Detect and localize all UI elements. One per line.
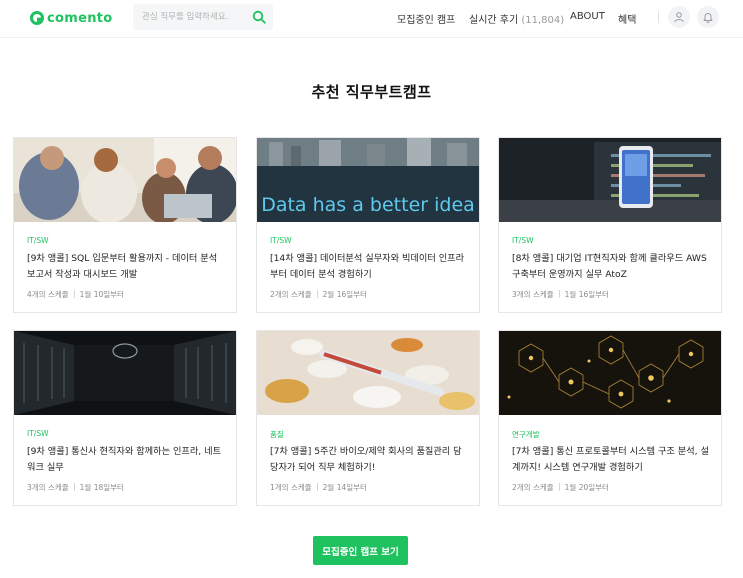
card-start-date: 2월 16일부터	[322, 290, 367, 299]
nav-about[interactable]: ABOUT	[570, 11, 605, 22]
card-title[interactable]: [7차 앵콜] 5주간 바이오/제약 회사의 품질관리 담당자가 되어 직무 체…	[270, 444, 470, 476]
section-title: 추천 직무부트캠프	[311, 83, 432, 101]
card-category: IT/SW	[270, 236, 292, 245]
card-meta: 1개의 스케쥴 2월 14일부터	[270, 482, 367, 493]
card-start-date: 1월 20일부터	[564, 483, 609, 492]
card-category: 품질	[270, 430, 284, 439]
card-meta: 3개의 스케쥴 1월 18일부터	[27, 482, 124, 493]
nav-live-reviews[interactable]: 실시간 후기 (11,804)	[469, 11, 564, 26]
meta-separator	[316, 483, 318, 491]
nav-recruiting-camps[interactable]: 모집중인 캠프	[397, 11, 455, 26]
pills-thermometer-image	[257, 331, 479, 415]
card-meta: 3개의 스케쥴 1월 16일부터	[512, 289, 609, 300]
card-start-date: 1월 18일부터	[79, 483, 124, 492]
meta-separator	[316, 290, 318, 298]
search-input[interactable]	[133, 12, 243, 22]
card-category: IT/SW	[512, 236, 534, 245]
bootcamp-card[interactable]: IT/SW [9차 앵콜] 통신사 현직자와 함께하는 인프라, 네트워크 실무…	[13, 330, 237, 506]
card-schedule-count: 1개의 스케쥴	[270, 483, 312, 492]
card-meta: 2개의 스케쥴 2월 16일부터	[270, 289, 367, 300]
card-start-date: 1월 16일부터	[564, 290, 609, 299]
search-icon[interactable]	[252, 10, 266, 24]
bootcamp-card[interactable]: 품질 [7차 앵콜] 5주간 바이오/제약 회사의 품질관리 담당자가 되어 직…	[256, 330, 480, 506]
card-title[interactable]: [9차 앵콜] 통신사 현직자와 함께하는 인프라, 네트워크 실무	[27, 444, 227, 476]
search-box	[133, 4, 273, 30]
meta-separator	[73, 290, 75, 298]
meta-separator	[558, 290, 560, 298]
nav-review-count: (11,804)	[521, 15, 565, 26]
gold-network-image	[499, 331, 721, 415]
card-schedule-count: 2개의 스케쥴	[270, 290, 312, 299]
card-schedule-count: 3개의 스케쥴	[512, 290, 554, 299]
meta-separator	[73, 483, 75, 491]
card-title[interactable]: [7차 앵콜] 통신 프로토콜부터 시스템 구조 분석, 설계까지! 시스템 연…	[512, 444, 712, 476]
card-category: IT/SW	[27, 236, 49, 245]
card-title[interactable]: [9차 앵콜] SQL 입문부터 활용까지 - 데이터 분석 보고서 작성과 대…	[27, 251, 227, 283]
top-header: comento 모집중인 캠프 실시간 후기 (11,804) ABOUT 혜택	[0, 0, 743, 38]
office-meeting-image	[14, 138, 236, 222]
card-meta: 2개의 스케쥴 1월 20일부터	[512, 482, 609, 493]
bootcamp-card[interactable]: Data has a better idea IT/SW [14차 앵콜] 데이…	[256, 137, 480, 313]
bootcamp-card[interactable]: 연구개발 [7차 앵콜] 통신 프로토콜부터 시스템 구조 분석, 설계까지! …	[498, 330, 722, 506]
card-title[interactable]: [14차 앵콜] 데이터분석 실무자와 빅데이터 인프라부터 데이터 분석 경험…	[270, 251, 470, 283]
view-recruiting-camps-button[interactable]: 모집중인 캠프 보기	[313, 536, 408, 565]
laptop-phone-image	[499, 138, 721, 222]
meta-separator	[558, 483, 560, 491]
data-has-a-better-idea-image: Data has a better idea	[257, 138, 479, 222]
card-start-date: 2월 14일부터	[322, 483, 367, 492]
card-start-date: 1월 10일부터	[79, 290, 124, 299]
comento-logo[interactable]: comento	[30, 9, 113, 27]
card-category: 연구개발	[512, 430, 540, 439]
profile-button[interactable]	[668, 6, 690, 28]
nav-benefits[interactable]: 혜택	[618, 11, 636, 26]
card-category: IT/SW	[27, 429, 49, 438]
card-meta: 4개의 스케쥴 1월 10일부터	[27, 289, 124, 300]
nav-divider	[658, 11, 659, 23]
card-schedule-count: 3개의 스케쥴	[27, 483, 69, 492]
bootcamp-card[interactable]: IT/SW [8차 앵콜] 대기업 IT현직자와 함께 클라우드 AWS 구축부…	[498, 137, 722, 313]
comento-logo-icon	[30, 11, 44, 25]
card-schedule-count: 4개의 스케쥴	[27, 290, 69, 299]
logo-text: comento	[47, 10, 113, 26]
card-title[interactable]: [8차 앵콜] 대기업 IT현직자와 함께 클라우드 AWS 구축부터 운영까지…	[512, 251, 712, 283]
notification-button[interactable]	[697, 6, 719, 28]
server-room-image	[14, 331, 236, 415]
user-icon	[674, 12, 684, 23]
image-caption: Data has a better idea	[261, 194, 475, 216]
card-schedule-count: 2개의 스케쥴	[512, 483, 554, 492]
bell-icon	[703, 13, 713, 23]
nav-live-reviews-label: 실시간 후기	[469, 15, 519, 26]
bootcamp-card[interactable]: IT/SW [9차 앵콜] SQL 입문부터 활용까지 - 데이터 분석 보고서…	[13, 137, 237, 313]
